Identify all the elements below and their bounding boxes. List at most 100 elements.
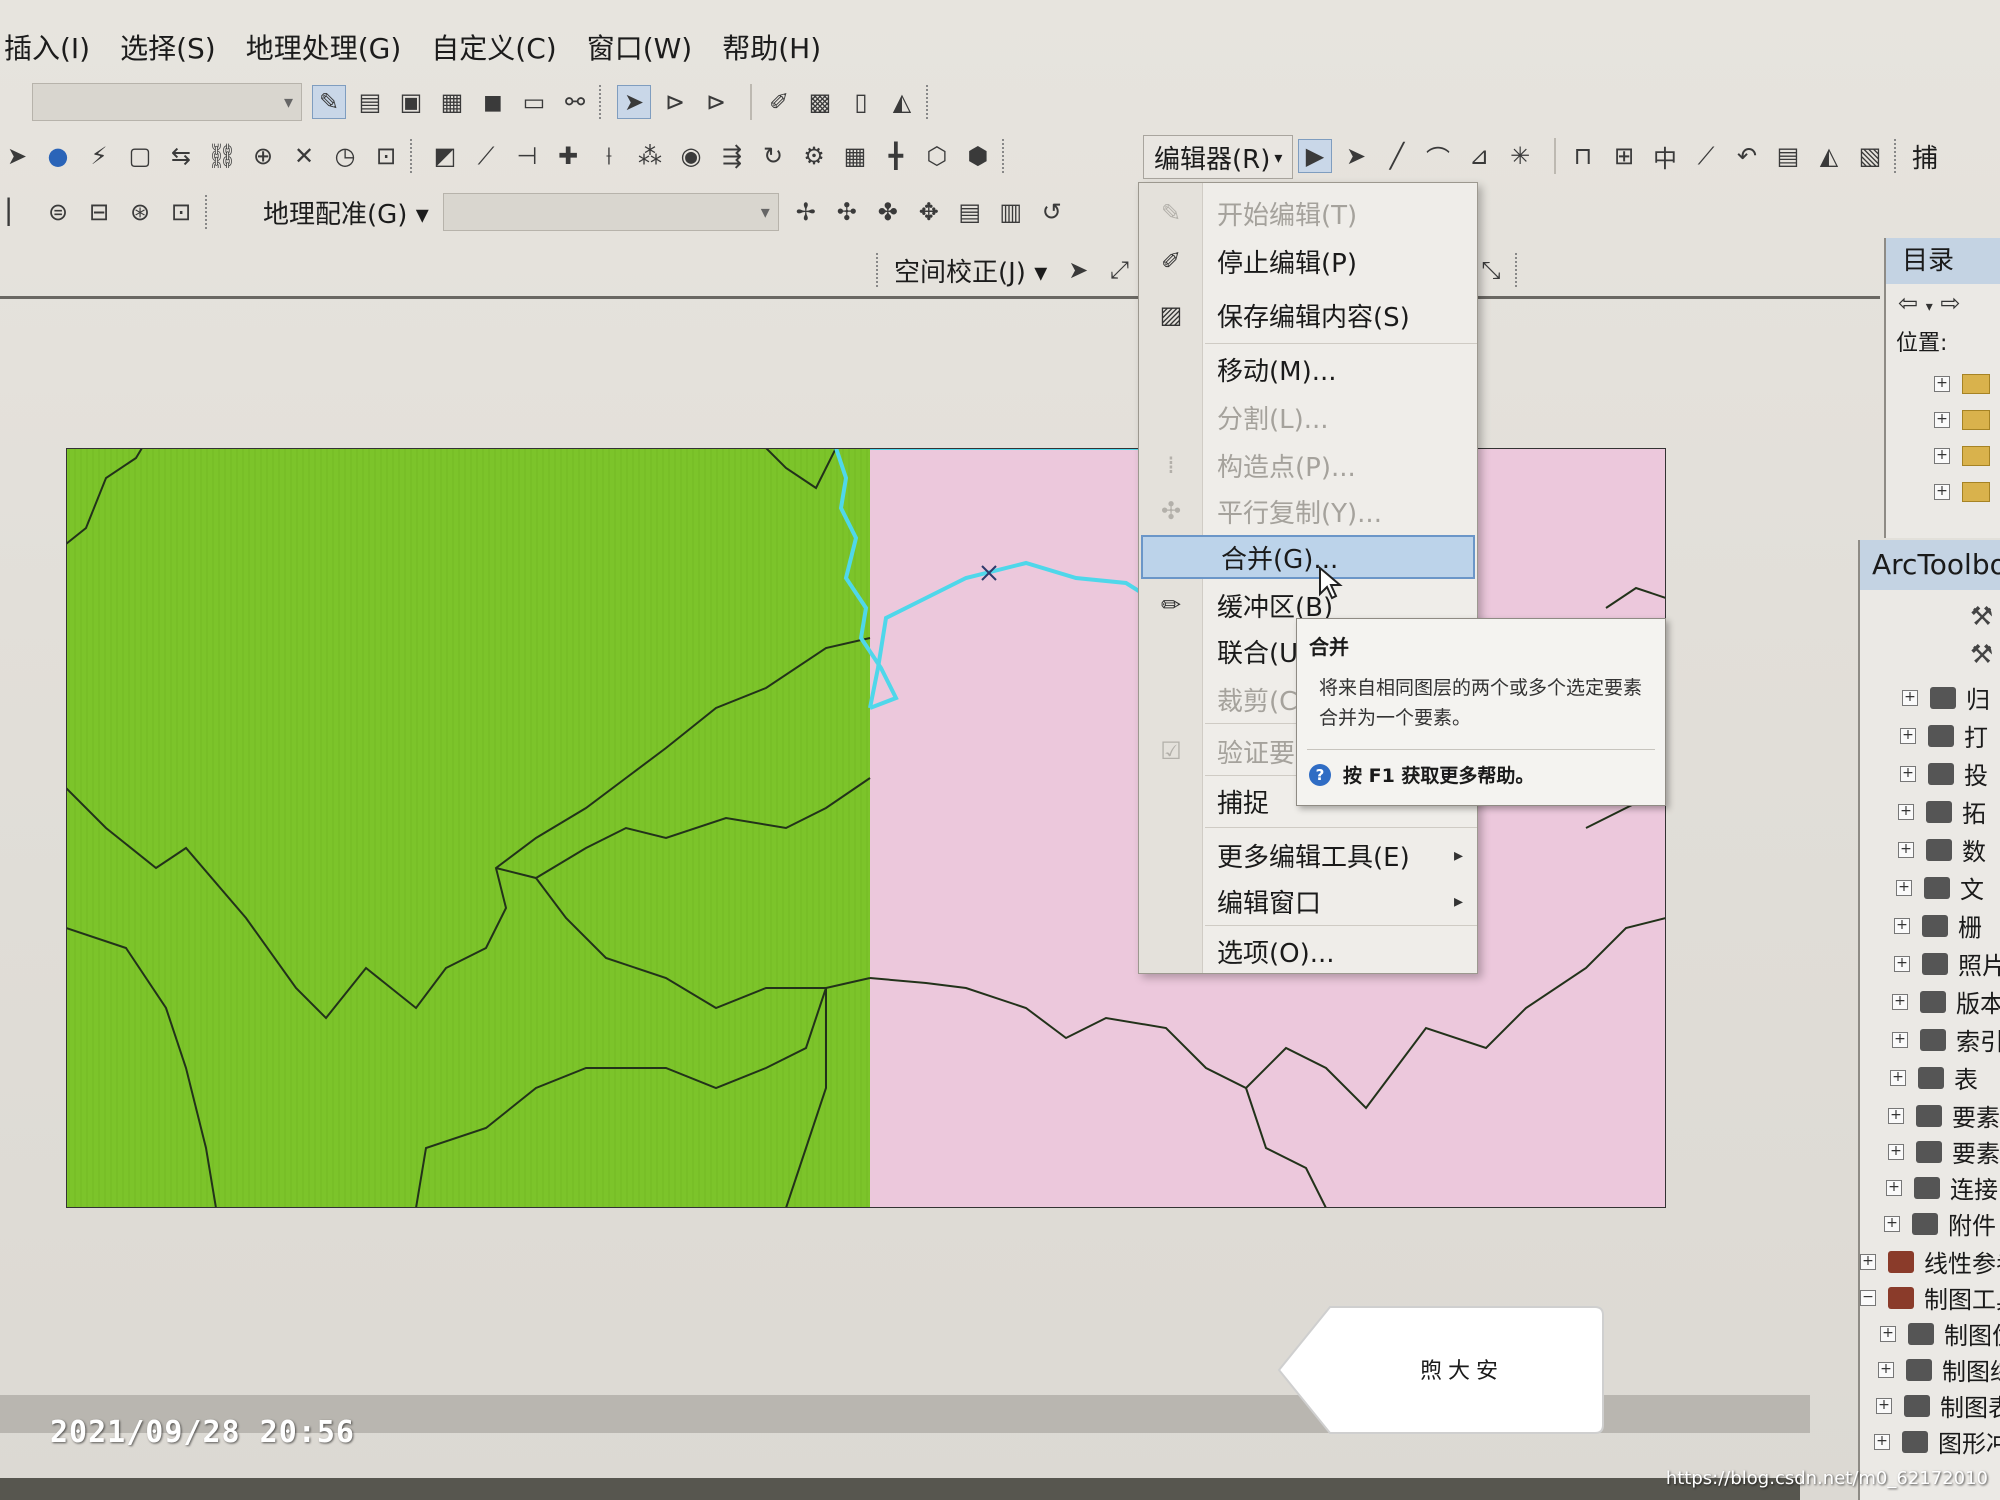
sphere-icon[interactable]: ◉ (674, 139, 708, 173)
fit-display-icon[interactable]: ⊜ (41, 195, 75, 229)
editor-menu-button[interactable]: 编辑器(R) ▾ (1143, 135, 1294, 179)
edit-tool-icon[interactable]: ◩ (428, 139, 462, 173)
copy-parallel-item[interactable]: ✣ 平行复制(Y)... (1139, 489, 1477, 533)
toolbox-icon[interactable]: ◼ (476, 85, 510, 119)
toolbox-item[interactable]: + 栅 (1894, 908, 1982, 943)
trace-icon[interactable]: ⊣ (510, 139, 544, 173)
toolbar-grip[interactable] (1894, 139, 1902, 173)
expand-icon[interactable]: + (1900, 727, 1916, 744)
construct-points-item[interactable]: ⁞ 构造点(P)... (1139, 443, 1477, 487)
expand-icon[interactable]: + (1890, 1069, 1906, 1086)
collapse-icon[interactable]: − (1860, 1289, 1876, 1306)
expand-icon[interactable]: + (1874, 1433, 1890, 1450)
topology-icon[interactable]: ▩ (803, 85, 837, 119)
toolbox-item[interactable]: +线性参考 (1860, 1244, 2000, 1279)
viewer-window-icon[interactable]: ⊡ (369, 139, 403, 173)
select-elements-icon[interactable]: ➤ (617, 85, 651, 119)
catalog-folder[interactable]: + (1886, 366, 2000, 402)
python-window-icon[interactable]: ▭ (517, 85, 551, 119)
toolbox-item[interactable]: + 投 (1900, 756, 1988, 791)
menu-windows[interactable]: 窗口(W) (587, 27, 693, 67)
toolbox-item[interactable]: + 表 (1890, 1060, 1978, 1095)
toolbox-item[interactable]: +照片 (1894, 946, 2000, 981)
forward-arrow-icon[interactable]: ⇨ (1940, 289, 1960, 317)
expand-icon[interactable]: + (1934, 412, 1950, 428)
delete-links-icon[interactable]: ✣ (830, 195, 864, 229)
straight-segment-icon[interactable]: ⟋ (469, 139, 503, 173)
expand-icon[interactable]: + (1934, 484, 1950, 500)
toolbox-item[interactable]: +制图综 (1878, 1352, 2000, 1387)
expand-icon[interactable]: + (1876, 1397, 1892, 1414)
editing-windows-item[interactable]: 编辑窗口 ▸ (1139, 879, 1477, 923)
scale-raster-icon[interactable]: ⊡ (164, 195, 198, 229)
find-icon[interactable]: ⛓ (205, 139, 239, 173)
add-control-points-icon[interactable]: ✢ (789, 195, 823, 229)
toolbox-item[interactable]: + 要素 (1888, 1134, 2000, 1169)
toolbar-grip[interactable] (926, 85, 934, 119)
rectify-icon[interactable]: ✥ (912, 195, 946, 229)
toolbox-item[interactable]: + 要素 (1888, 1098, 2000, 1133)
expand-icon[interactable]: + (1886, 1179, 1902, 1196)
green-polygon[interactable] (66, 448, 870, 1208)
expand-icon[interactable]: + (1894, 917, 1910, 934)
attributes-table-icon[interactable]: ▤ (1771, 139, 1805, 173)
view-links-icon[interactable]: ▥ (994, 195, 1028, 229)
more-editing-tools-item[interactable]: 更多编辑工具(E) ▸ (1139, 833, 1477, 877)
table-icon[interactable]: ▤ (353, 85, 387, 119)
direction-icon[interactable]: ⟋ (1689, 139, 1723, 173)
expand-icon[interactable]: + (1888, 1143, 1904, 1160)
editor-toolbar-icon[interactable]: ✎ (312, 85, 346, 119)
menu-selection[interactable]: 选择(S) (120, 27, 216, 67)
identify-feature-icon[interactable]: ⊳ (658, 85, 692, 119)
catalog-folder[interactable]: + (1886, 402, 2000, 438)
expand-icon[interactable]: + (1898, 841, 1914, 858)
rotate-icon[interactable]: ↻ (756, 139, 790, 173)
extend-icon[interactable]: ╋ (879, 139, 913, 173)
expand-icon[interactable]: + (1894, 955, 1910, 972)
expand-icon[interactable]: + (1892, 993, 1908, 1010)
create-features-panel-icon[interactable]: ▧ (1853, 139, 1887, 173)
toolbar-grip[interactable] (410, 139, 418, 173)
toolbox-item[interactable]: + 文 (1896, 870, 1984, 905)
toolbox-item[interactable]: + 连接 (1886, 1170, 1998, 1205)
toolbox-item[interactable]: +制图优 (1880, 1316, 2000, 1351)
toolbox-item[interactable]: + 归 (1902, 680, 1990, 715)
model-builder-icon[interactable]: ⚯ (558, 85, 592, 119)
expand-icon[interactable]: + (1878, 1361, 1894, 1378)
expand-icon[interactable]: + (1896, 879, 1912, 896)
toolbox-item[interactable]: + 数 (1898, 832, 1986, 867)
line-tool-icon[interactable]: ╱ (1380, 139, 1414, 173)
edit-vertices-tool-icon[interactable]: ➤ (1339, 139, 1373, 173)
cut-tool-icon[interactable]: ⊞ (1607, 139, 1641, 173)
stop-editing-item[interactable]: ✐ 停止编辑(P) (1139, 239, 1477, 283)
shift-raster-icon[interactable]: ⊛ (123, 195, 157, 229)
expand-icon[interactable]: + (1860, 1253, 1876, 1270)
scale-dropdown[interactable]: ▾ (32, 83, 302, 121)
identify-icon[interactable]: ● (41, 139, 75, 173)
move-item[interactable]: 移动(M)... (1139, 347, 1477, 391)
merge-item[interactable]: 合并(G)... (1141, 535, 1475, 579)
menu-insert[interactable]: 插入(I) (4, 27, 90, 67)
menu-customize[interactable]: 自定义(C) (431, 27, 556, 67)
measure-icon[interactable]: ⇆ (164, 139, 198, 173)
toolbox-item[interactable]: + 打 (1900, 718, 1988, 753)
find-route-icon[interactable]: ⊕ (246, 139, 280, 173)
expand-icon[interactable]: + (1884, 1215, 1900, 1232)
expand-icon[interactable]: + (1900, 765, 1916, 782)
arc-tool-icon[interactable]: ⌒ (1421, 139, 1455, 173)
toolbox-item[interactable]: + 拓 (1898, 794, 1986, 829)
sketch-icon[interactable]: ✐ (762, 85, 796, 119)
select-pointer-icon[interactable]: ➤ (0, 139, 34, 173)
expand-icon[interactable]: + (1898, 803, 1914, 820)
edit-vertices-icon[interactable]: ⊳ (699, 85, 733, 119)
georeferencing-label[interactable]: 地理配准(G) ▾ (263, 194, 429, 231)
catalog-icon[interactable]: ▣ (394, 85, 428, 119)
edit-arrow-icon[interactable]: ▶ (1298, 139, 1332, 173)
start-editing-item[interactable]: ✎ 开始编辑(T) (1139, 191, 1477, 235)
options-item[interactable]: 选项(O)... (1139, 929, 1477, 973)
midpoint-icon[interactable]: 中 (1648, 139, 1682, 173)
toolbox-item[interactable]: + 索引 (1892, 1022, 2000, 1057)
catalog-folder[interactable]: + (1886, 438, 2000, 474)
generalize-icon[interactable]: ⚙ (797, 139, 831, 173)
auto-adjust-icon[interactable]: ✤ (871, 195, 905, 229)
